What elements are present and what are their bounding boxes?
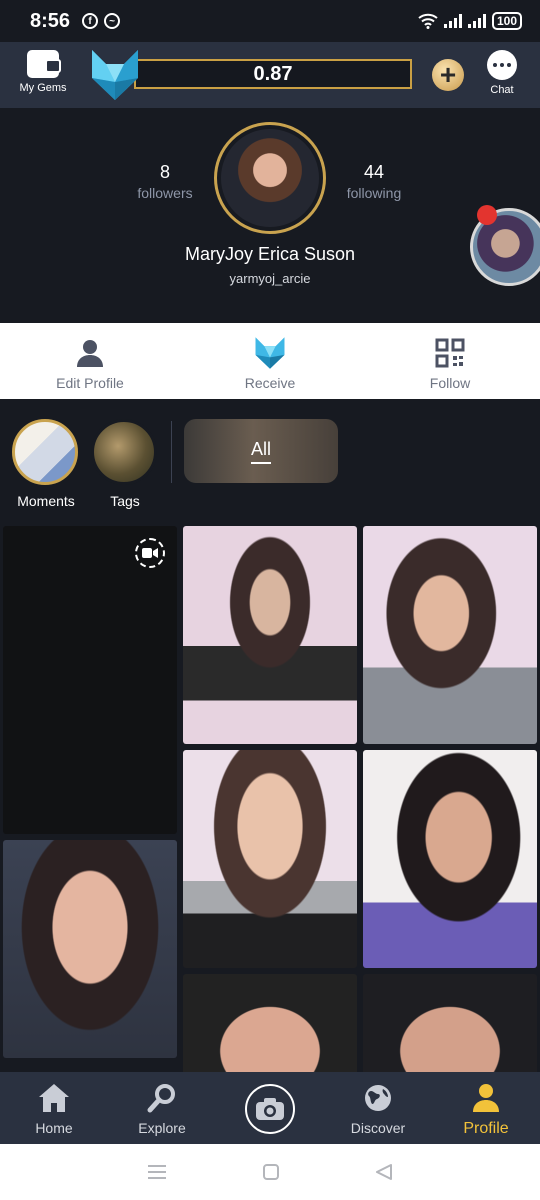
bottom-nav: Home Explore Discover Profile xyxy=(0,1072,540,1144)
system-nav-bar xyxy=(0,1144,540,1200)
photo-post[interactable] xyxy=(363,974,537,1072)
wallet-icon xyxy=(27,50,61,78)
fox-logo-icon xyxy=(255,337,285,369)
following-count: 44 xyxy=(363,162,385,182)
nav-discover[interactable]: Discover xyxy=(324,1072,432,1144)
receive-label: Receive xyxy=(244,375,296,391)
video-post[interactable] xyxy=(3,526,177,834)
home-icon xyxy=(39,1084,69,1112)
nav-explore[interactable]: Explore xyxy=(108,1072,216,1144)
nav-profile[interactable]: Profile xyxy=(432,1072,540,1144)
qr-code-icon xyxy=(435,338,465,368)
chat-bubble-icon xyxy=(487,50,517,80)
my-gems-label: My Gems xyxy=(19,82,67,94)
post-grid xyxy=(0,519,540,1072)
followers-label: followers xyxy=(137,185,193,201)
nav-explore-label: Explore xyxy=(138,1120,186,1136)
photo-post[interactable] xyxy=(183,526,357,744)
menu-icon[interactable] xyxy=(147,1164,167,1180)
my-gems-button[interactable]: My Gems xyxy=(18,50,68,94)
add-gems-button[interactable]: + xyxy=(432,59,464,91)
followers-count: 8 xyxy=(159,162,170,182)
tags-story[interactable]: Tags xyxy=(91,419,159,509)
nav-camera[interactable] xyxy=(216,1072,324,1144)
receive-button[interactable]: Receive xyxy=(180,323,360,399)
edit-profile-label: Edit Profile xyxy=(56,375,124,391)
camera-icon xyxy=(256,1098,284,1120)
signal-icon-2 xyxy=(467,14,486,28)
facebook-icon: f xyxy=(82,13,99,29)
status-time: 8:56 xyxy=(30,9,71,32)
fox-logo-icon xyxy=(92,50,138,100)
home-button-icon[interactable] xyxy=(262,1163,280,1181)
profile-avatar[interactable] xyxy=(214,122,326,234)
gem-balance: 0.87 xyxy=(134,59,412,89)
chat-label: Chat xyxy=(490,84,514,96)
notification-badge xyxy=(477,205,497,225)
all-label: All xyxy=(250,439,271,464)
followers-stat[interactable]: 8 followers xyxy=(110,162,220,201)
photo-post[interactable] xyxy=(363,526,537,744)
moments-story[interactable]: Moments xyxy=(12,419,80,509)
person-icon xyxy=(77,340,103,367)
follow-button[interactable]: Follow xyxy=(360,323,540,399)
following-stat[interactable]: 44 following xyxy=(319,162,429,201)
profile-name: MaryJoy Erica Suson xyxy=(184,244,356,264)
moments-label: Moments xyxy=(17,493,75,509)
tags-label: Tags xyxy=(110,493,140,509)
wifi-icon xyxy=(418,13,438,29)
nav-profile-label: Profile xyxy=(463,1120,509,1137)
divider xyxy=(171,421,172,483)
following-label: following xyxy=(346,185,402,201)
status-bar: 8:56 f ~ 100 xyxy=(0,0,540,42)
video-icon xyxy=(135,538,165,568)
nav-home[interactable]: Home xyxy=(0,1072,108,1144)
signal-icon xyxy=(443,14,462,28)
profile-actions: Edit Profile Receive Follow xyxy=(0,323,540,399)
all-filter-tile[interactable]: All xyxy=(184,419,338,483)
globe-icon xyxy=(365,1085,391,1111)
photo-post[interactable] xyxy=(183,974,357,1072)
profile-header: 8 followers 44 following MaryJoy Erica S… xyxy=(0,108,540,323)
top-bar: My Gems 0.87 + Chat xyxy=(0,42,540,108)
nav-home-label: Home xyxy=(35,1120,73,1136)
battery-icon: 100 xyxy=(491,12,522,30)
profile-handle: yarmyoj_arcie xyxy=(229,271,311,286)
photo-post[interactable] xyxy=(183,750,357,968)
chat-button[interactable]: Chat xyxy=(484,50,520,96)
person-icon xyxy=(473,1084,499,1112)
messenger-icon: ~ xyxy=(104,13,121,29)
story-row: Moments Tags All xyxy=(0,399,540,519)
back-icon[interactable] xyxy=(375,1163,393,1181)
edit-profile-button[interactable]: Edit Profile xyxy=(0,323,180,399)
photo-post[interactable] xyxy=(3,840,177,1058)
search-icon xyxy=(147,1084,175,1113)
follow-label: Follow xyxy=(429,375,471,391)
nav-discover-label: Discover xyxy=(350,1120,406,1136)
photo-post[interactable] xyxy=(363,750,537,968)
